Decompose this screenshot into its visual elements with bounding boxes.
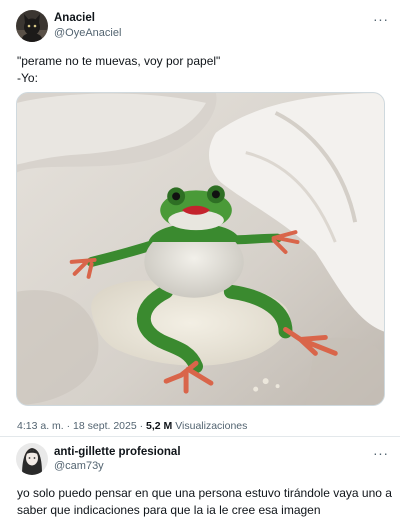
reply-text-line-1: yo solo puedo pensar en que una persona … — [17, 486, 392, 500]
avatar-anaciel-image — [16, 10, 48, 42]
meta-separator: · — [139, 420, 144, 432]
tweet-text: "perame no te muevas, voy por papel" -Yo… — [17, 53, 220, 87]
meta-separator: · — [66, 420, 71, 432]
avatar-cam73y[interactable] — [16, 443, 48, 475]
tweet-anaciel[interactable]: Anaciel @OyeAnaciel ··· "perame no te mu… — [0, 0, 400, 436]
more-options-icon[interactable]: ··· — [373, 446, 389, 460]
tweet-media[interactable] — [16, 92, 385, 406]
author-name[interactable]: anti-gillette profesional — [54, 446, 181, 458]
frog-on-bed-photo-icon — [17, 93, 384, 405]
author-name[interactable]: Anaciel — [54, 12, 95, 24]
reply-text: yo solo puedo pensar en que una persona … — [17, 485, 392, 519]
tweet-text-line-2: -Yo: — [17, 71, 38, 85]
tweet-meta: 4:13 a. m. · 18 sept. 2025 · 5,2 M Visua… — [17, 420, 247, 432]
tweet-reply[interactable]: anti-gillette profesional @cam73y ··· yo… — [0, 437, 400, 526]
tweet-date[interactable]: 18 sept. 2025 — [73, 420, 137, 432]
views-count: 5,2 M — [146, 420, 173, 432]
author-handle[interactable]: @OyeAnaciel — [54, 27, 121, 39]
views-label: Visualizaciones — [175, 420, 248, 432]
more-options-icon[interactable]: ··· — [373, 12, 389, 26]
avatar-cam73y-image — [16, 443, 48, 475]
author-handle[interactable]: @cam73y — [54, 460, 104, 472]
avatar-anaciel[interactable] — [16, 10, 48, 42]
tweet-text-line-1: "perame no te muevas, voy por papel" — [17, 54, 221, 68]
reply-text-line-2: saber que indicaciones para que la ia le… — [17, 503, 321, 517]
tweet-time[interactable]: 4:13 a. m. — [17, 420, 64, 432]
